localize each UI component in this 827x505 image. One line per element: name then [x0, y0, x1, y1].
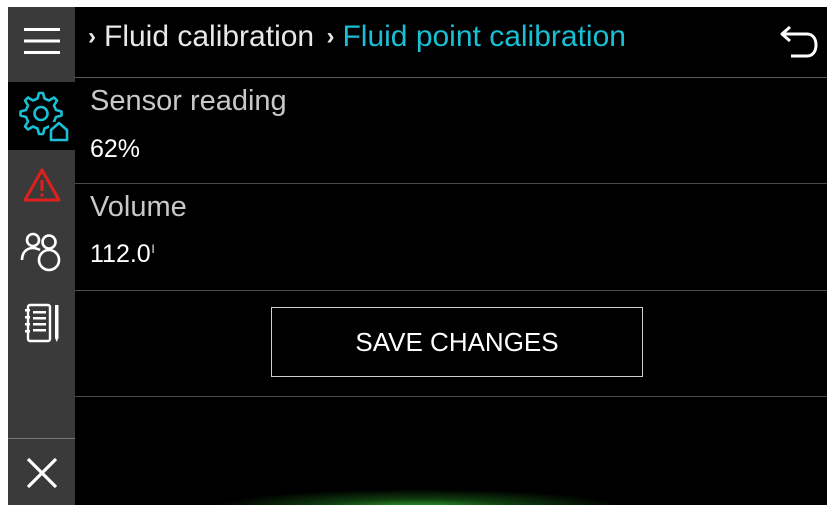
sensor-reading-field: Sensor reading 62%	[75, 78, 827, 184]
log-book-button[interactable]	[8, 293, 75, 353]
back-arrow-icon	[780, 25, 818, 58]
breadcrumb-parent[interactable]: Fluid calibration	[104, 20, 314, 53]
sensor-reading-value: 62%	[90, 135, 141, 163]
menu-icon	[23, 28, 60, 54]
volume-field[interactable]: Volume 112.0l	[75, 184, 827, 291]
volume-value[interactable]: 112.0	[90, 240, 151, 268]
warning-icon	[23, 168, 60, 202]
action-row: SAVE CHANGES	[75, 291, 827, 397]
back-button[interactable]	[769, 17, 827, 67]
alarms-button[interactable]	[8, 157, 75, 213]
close-button[interactable]	[8, 438, 75, 505]
sidebar	[8, 7, 78, 505]
breadcrumb-current: Fluid point calibration	[342, 20, 626, 53]
users-button[interactable]	[8, 219, 75, 283]
settings-home-icon	[19, 91, 69, 142]
header: › Fluid calibration › Fluid point calibrat…	[75, 7, 827, 78]
save-changes-button[interactable]: SAVE CHANGES	[271, 307, 643, 377]
settings-home-button[interactable]	[8, 82, 78, 150]
status-glow	[208, 489, 628, 505]
screen: › Fluid calibration › Fluid point calibrat…	[8, 7, 827, 505]
users-icon	[20, 232, 60, 272]
volume-label: Volume	[90, 191, 187, 223]
close-icon	[26, 457, 57, 488]
volume-value-wrap[interactable]: 112.0l	[90, 240, 154, 269]
breadcrumb-separator: ›	[326, 23, 335, 50]
breadcrumb: › Fluid calibration › Fluid point calibrat…	[84, 20, 626, 54]
volume-unit: l	[151, 242, 155, 256]
menu-button[interactable]	[8, 15, 75, 67]
log-book-icon	[24, 303, 58, 343]
breadcrumb-separator: ›	[88, 23, 96, 50]
sensor-reading-label: Sensor reading	[90, 85, 287, 117]
